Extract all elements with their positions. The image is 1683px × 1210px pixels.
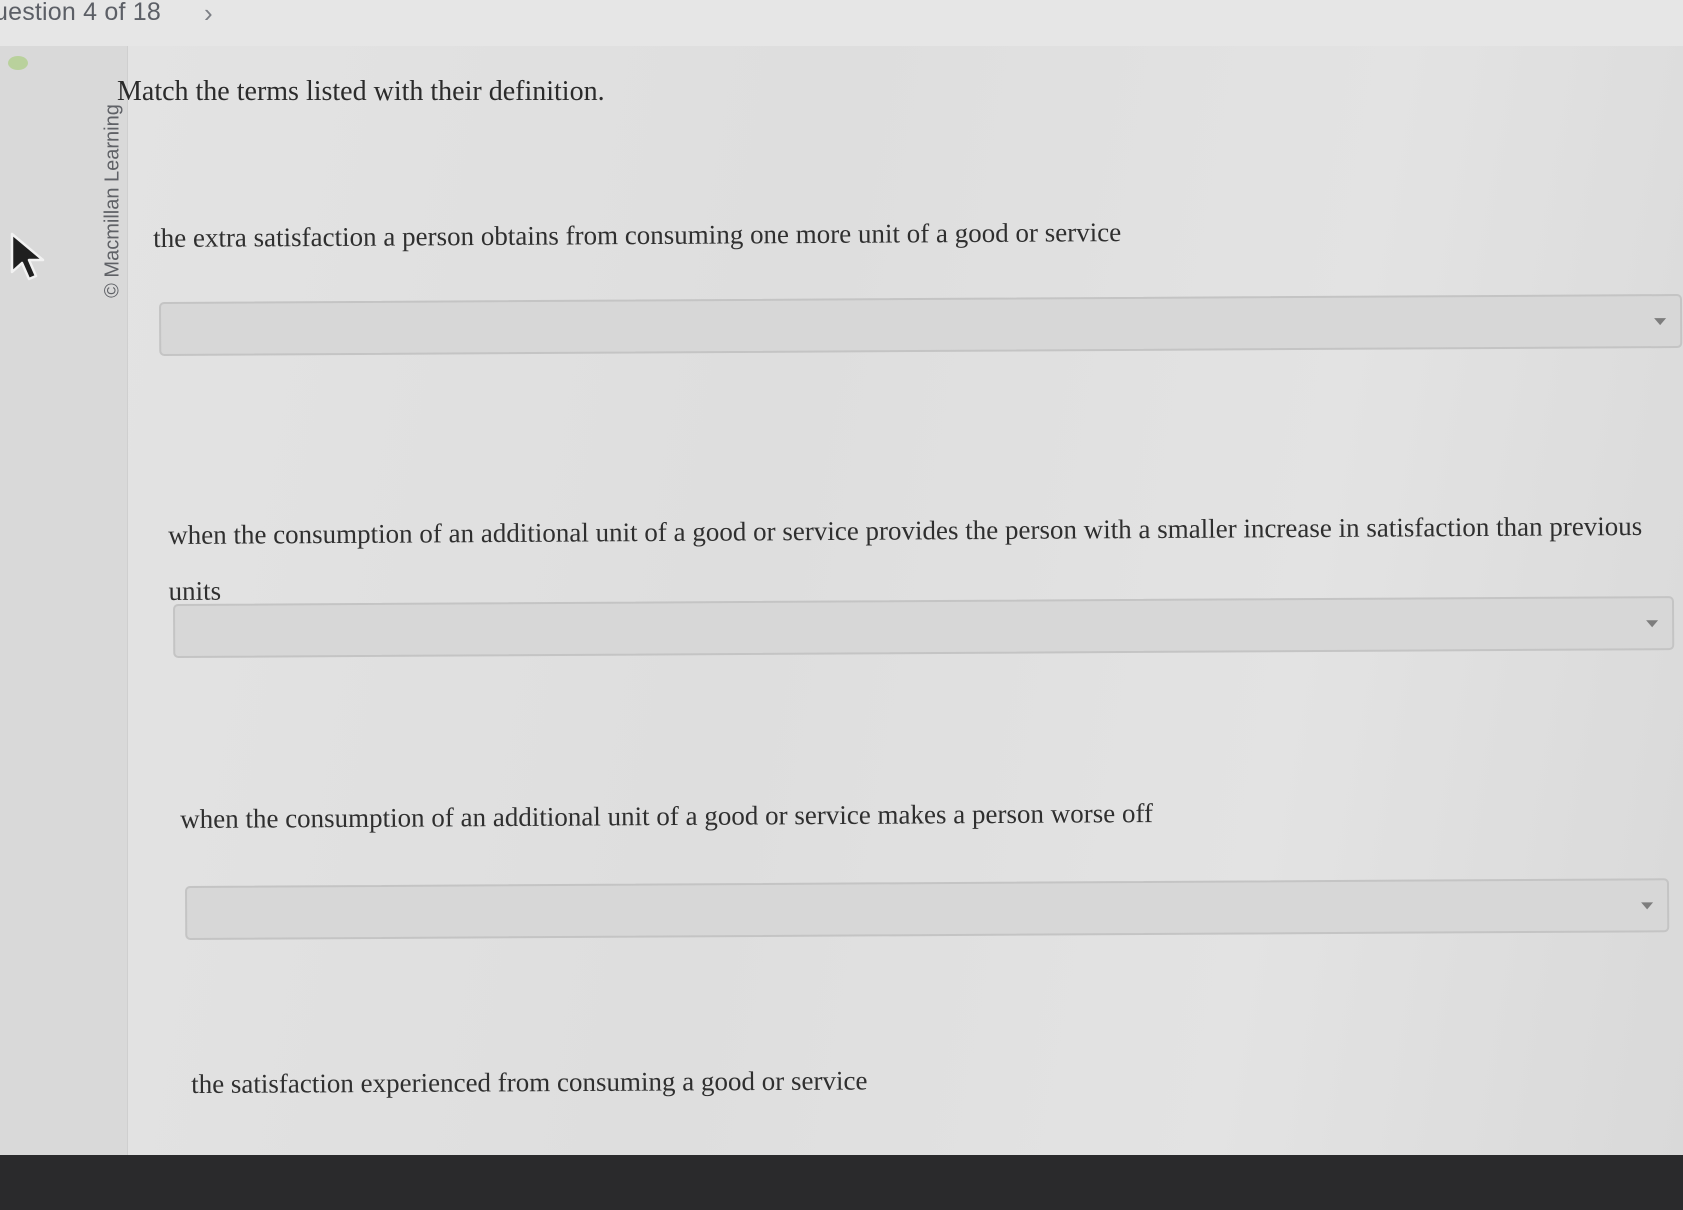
question-prompt: Match the terms listed with their defini… [117,76,605,107]
arrow-cursor-icon [10,232,45,281]
term-select-1[interactable] [159,294,1683,356]
copyright-text: © Macmillan Learning [101,104,124,298]
next-question-chevron-icon[interactable]: › [204,0,213,29]
question-counter: uestion 4 of 18 [0,0,162,26]
definition-3: when the consumption of an additional un… [180,798,1154,834]
term-select-3[interactable] [185,878,1670,940]
definition-4: the satisfaction experienced from consum… [191,1065,868,1099]
copyright-label: © Macmillan Learning [98,88,128,314]
chevron-down-icon [1646,620,1659,628]
definition-1: the extra satisfaction a person obtains … [153,217,1122,253]
chevron-down-icon [1654,318,1667,326]
term-select-2[interactable] [173,596,1675,658]
status-dot-icon [8,56,28,70]
screen: uestion 4 of 18 › © Macmillan Learning M… [0,0,1683,1155]
question-nav-bar: uestion 4 of 18 › [0,0,1683,46]
chevron-down-icon [1641,902,1654,910]
